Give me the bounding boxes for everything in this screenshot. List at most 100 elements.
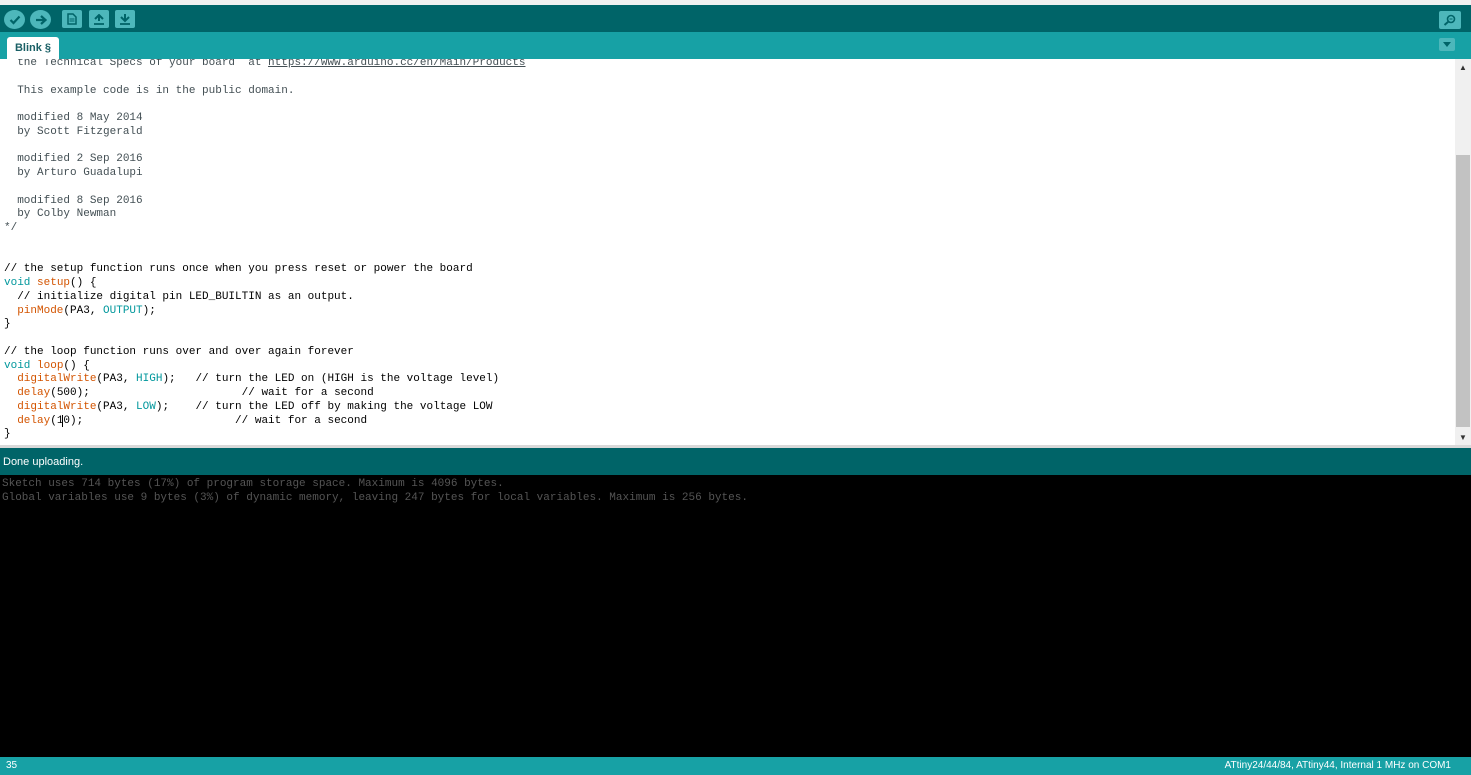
code-token: by Scott Fitzgerald (4, 125, 143, 138)
code-line: } (4, 428, 526, 442)
serial-monitor-button[interactable] (1439, 11, 1461, 29)
code-token: the Technical Specs of your board at (4, 59, 269, 69)
code-token: OUTPUT (103, 304, 143, 317)
code-token: (PA3, (63, 304, 104, 317)
code-token: modified 8 May 2014 (4, 112, 143, 124)
code-token: (PA3, (96, 400, 137, 413)
code-token: */ (4, 222, 18, 234)
code-line: // initialize digital pin LED_BUILTIN as… (4, 291, 526, 305)
code-token: void (4, 359, 31, 372)
save-icon (120, 13, 130, 25)
code-line: // the loop function runs over and over … (4, 346, 526, 360)
code-token: by Arturo Guadalupi (4, 167, 143, 179)
upload-icon (35, 14, 47, 25)
new-icon (67, 13, 77, 25)
console-text: Sketch uses 714 bytes (17%) of program s… (2, 478, 748, 506)
code-line: */ (4, 222, 526, 236)
code-token: This example code is in the public domai… (4, 84, 295, 97)
status-message: Done uploading. (3, 456, 84, 468)
code-token: digitalWrite (17, 373, 97, 386)
chevron-down-icon (1443, 41, 1451, 47)
new-button[interactable] (62, 10, 82, 28)
code-token: LOW (136, 400, 156, 413)
code-line: delay(500); // wait for a second (4, 387, 526, 401)
code-token: setup (37, 277, 71, 289)
code-token: HIGH (136, 373, 163, 386)
code-token: } (4, 318, 11, 331)
code-token: ); (142, 304, 156, 317)
code-token: pinMode (17, 304, 64, 317)
scroll-down-arrow-icon[interactable]: ▼ (1455, 429, 1471, 445)
code-line: // the setup function runs once when you… (4, 263, 526, 277)
editor-scrollbar[interactable]: ▲ ▼ (1455, 59, 1471, 445)
status-bar: Done uploading. (0, 448, 1471, 475)
code-token: () { (63, 359, 90, 372)
code-token: 0); // wait for a second (63, 414, 368, 427)
code-line: digitalWrite(PA3, LOW); // turn the LED … (4, 401, 526, 415)
scroll-up-arrow-icon[interactable]: ▲ (1455, 59, 1471, 75)
code-token: digitalWrite (17, 400, 97, 413)
code-token: ); // turn the LED off by making the vol… (155, 400, 493, 413)
code-line: by Arturo Guadalupi (4, 167, 526, 181)
code-token: // the setup function runs once when you… (4, 263, 473, 276)
console-line: Global variables use 9 bytes (3%) of dyn… (2, 491, 748, 504)
code-editor[interactable]: the Technical Specs of your board at htt… (0, 59, 1455, 445)
code-token: modified 2 Sep 2016 (4, 153, 143, 166)
verify-icon (9, 15, 20, 25)
code-line: This example code is in the public domai… (4, 85, 526, 99)
code-line: modified 2 Sep 2016 (4, 153, 526, 167)
code-token: by Colby Newman (4, 208, 117, 221)
console-line: Sketch uses 714 bytes (17%) of program s… (2, 478, 504, 490)
code-token: (PA3, (96, 373, 137, 386)
open-button[interactable] (89, 10, 109, 28)
code-token: ); // turn the LED on (HIGH is the volta… (162, 373, 500, 386)
code-line: digitalWrite(PA3, HIGH); // turn the LED… (4, 373, 526, 387)
code-link[interactable]: https://www.arduino.cc/en/Main/Products (268, 59, 525, 69)
code-line: delay(10); // wait for a second (4, 414, 526, 429)
code-line: void loop() { (4, 360, 526, 374)
serial-monitor-icon (1443, 14, 1456, 26)
code-line: pinMode(PA3, OUTPUT); (4, 305, 526, 319)
code-line: the Technical Specs of your board at htt… (4, 59, 525, 71)
code-token: (500); // wait for a second (50, 387, 374, 399)
code-line: modified 8 Sep 2016 (4, 195, 526, 209)
code-token: () { (70, 277, 97, 289)
code-line: } (4, 318, 526, 332)
scrollbar-thumb[interactable] (1456, 155, 1470, 427)
footer-bar: 35 ATtiny24/44/84, ATtiny44, Internal 1 … (0, 757, 1471, 775)
code-token: // the loop function runs over and over … (4, 345, 354, 358)
code-token: delay (17, 414, 51, 427)
code-token: // initialize digital pin LED_BUILTIN as… (4, 290, 354, 303)
console-output[interactable]: Sketch uses 714 bytes (17%) of program s… (0, 475, 1471, 757)
code-line: by Colby Newman (4, 208, 526, 222)
tab-blink[interactable]: Blink § (7, 37, 59, 59)
code-line: by Scott Fitzgerald (4, 126, 526, 140)
upload-button[interactable] (30, 10, 51, 29)
code-token: } (4, 428, 11, 441)
code-token: delay (17, 387, 51, 399)
toolbar (0, 5, 1471, 32)
code-token: loop (37, 359, 64, 372)
tab-bar: Blink § (0, 32, 1471, 59)
open-icon (94, 13, 104, 25)
code-text: the Technical Specs of your board at htt… (4, 59, 526, 442)
code-token: modified 8 Sep 2016 (4, 194, 143, 207)
save-button[interactable] (115, 10, 135, 28)
tab-menu-button[interactable] (1439, 38, 1455, 51)
code-line: modified 8 May 2014 (4, 112, 526, 126)
line-number: 35 (6, 760, 18, 771)
verify-button[interactable] (4, 10, 25, 29)
code-token: void (4, 277, 31, 289)
